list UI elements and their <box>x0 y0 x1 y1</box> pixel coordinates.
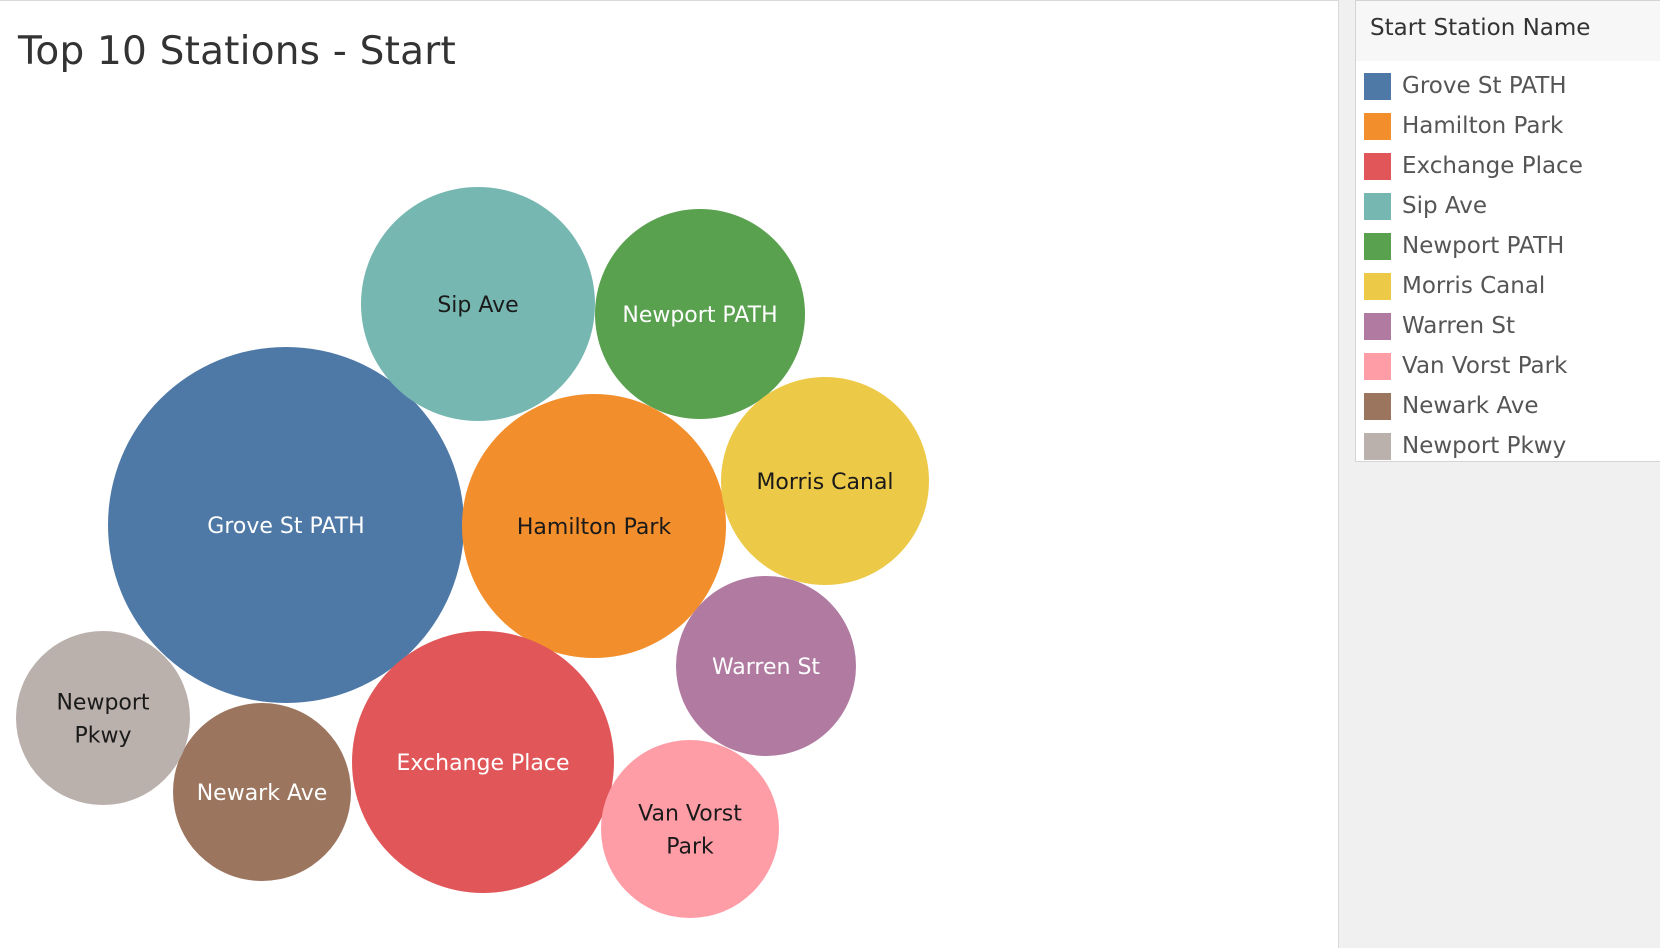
bubble-newport-path[interactable]: Newport PATH <box>595 209 805 419</box>
bubble-label-line: Grove St PATH <box>207 514 364 539</box>
bubble-grove-st-path[interactable]: Grove St PATH <box>108 347 464 703</box>
legend-label: Newport PATH <box>1402 233 1565 259</box>
legend-label: Sip Ave <box>1402 193 1488 219</box>
legend-swatch <box>1364 392 1391 420</box>
legend-swatch <box>1364 232 1391 260</box>
bubble-label-line: Newport PATH <box>622 303 777 328</box>
legend-swatch <box>1364 192 1391 220</box>
legend-item-newark-ave[interactable]: Newark Ave <box>1356 386 1660 426</box>
bubble-morris-canal[interactable]: Morris Canal <box>721 377 929 585</box>
legend-label: Grove St PATH <box>1402 73 1567 99</box>
bubble-chart: Grove St PATH Hamilton Park Exchange Place… <box>16 187 929 918</box>
legend-item-newport-path[interactable]: Newport PATH <box>1356 226 1660 266</box>
bubble-label-grove-st-path: Grove St PATH <box>207 514 364 539</box>
legend-item-grove-st-path[interactable]: Grove St PATH <box>1356 66 1660 106</box>
legend: Start Station Name Grove St PATH Hamilton… <box>1355 0 1660 462</box>
bubble-label-line: Van Vorst <box>638 802 742 827</box>
bubble-circle-van-vorst-park[interactable] <box>601 740 779 918</box>
legend-item-warren-st[interactable]: Warren St <box>1356 306 1660 346</box>
bubble-van-vorst-park[interactable]: Van Vorst Park <box>601 740 779 918</box>
bubble-label-line: Pkwy <box>74 724 131 749</box>
bubble-newport-pkwy[interactable]: Newport Pkwy <box>16 631 190 805</box>
legend-item-sip-ave[interactable]: Sip Ave <box>1356 186 1660 226</box>
bubble-label-warren-st: Warren St <box>712 655 820 680</box>
legend-swatch <box>1364 432 1391 460</box>
bubble-label-line: Hamilton Park <box>517 515 672 540</box>
bubble-newark-ave[interactable]: Newark Ave <box>173 703 351 881</box>
bubble-circle-newport-pkwy[interactable] <box>16 631 190 805</box>
legend-label: Morris Canal <box>1402 273 1546 299</box>
bubble-label-newport-path: Newport PATH <box>622 303 777 328</box>
legend-label: Warren St <box>1402 313 1516 339</box>
bubble-label-line: Warren St <box>712 655 820 680</box>
chart-pane: Top 10 Stations - Start Grove St PATH Ham… <box>0 0 1339 948</box>
bubble-sip-ave[interactable]: Sip Ave <box>361 187 595 421</box>
legend-swatch <box>1364 272 1391 300</box>
bubble-label-line: Sip Ave <box>437 293 518 318</box>
bubble-label-exchange-place: Exchange Place <box>397 751 570 776</box>
bubble-label-line: Newport <box>56 691 149 716</box>
legend-label: Exchange Place <box>1402 153 1583 179</box>
legend-item-morris-canal[interactable]: Morris Canal <box>1356 266 1660 306</box>
bubble-exchange-place[interactable]: Exchange Place <box>352 631 614 893</box>
bubble-label-hamilton-park: Hamilton Park <box>517 515 672 540</box>
bubble-label-morris-canal: Morris Canal <box>756 470 893 495</box>
legend-swatch <box>1364 352 1391 380</box>
bubble-label-line: Park <box>666 835 714 860</box>
legend-title: Start Station Name <box>1356 1 1660 61</box>
legend-item-hamilton-park[interactable]: Hamilton Park <box>1356 106 1660 146</box>
bubble-label-newark-ave: Newark Ave <box>197 781 328 806</box>
legend-swatch <box>1364 152 1391 180</box>
bubble-label-line: Morris Canal <box>756 470 893 495</box>
legend-label: Van Vorst Park <box>1402 353 1568 379</box>
legend-swatch <box>1364 112 1391 140</box>
legend-item-newport-pkwy[interactable]: Newport Pkwy <box>1356 426 1660 466</box>
legend-label: Newark Ave <box>1402 393 1539 419</box>
legend-swatch <box>1364 312 1391 340</box>
legend-label: Hamilton Park <box>1402 113 1564 139</box>
legend-item-van-vorst-park[interactable]: Van Vorst Park <box>1356 346 1660 386</box>
bubble-label-line: Newark Ave <box>197 781 328 806</box>
bubble-label-line: Exchange Place <box>397 751 570 776</box>
legend-list: Grove St PATH Hamilton Park Exchange Place… <box>1356 61 1660 466</box>
legend-item-exchange-place[interactable]: Exchange Place <box>1356 146 1660 186</box>
side-pane: Start Station Name Grove St PATH Hamilton… <box>1339 0 1660 948</box>
bubble-label-sip-ave: Sip Ave <box>437 293 518 318</box>
legend-label: Newport Pkwy <box>1402 433 1567 459</box>
bubble-warren-st[interactable]: Warren St <box>676 576 856 756</box>
legend-swatch <box>1364 72 1391 100</box>
bubble-hamilton-park[interactable]: Hamilton Park <box>462 394 726 658</box>
